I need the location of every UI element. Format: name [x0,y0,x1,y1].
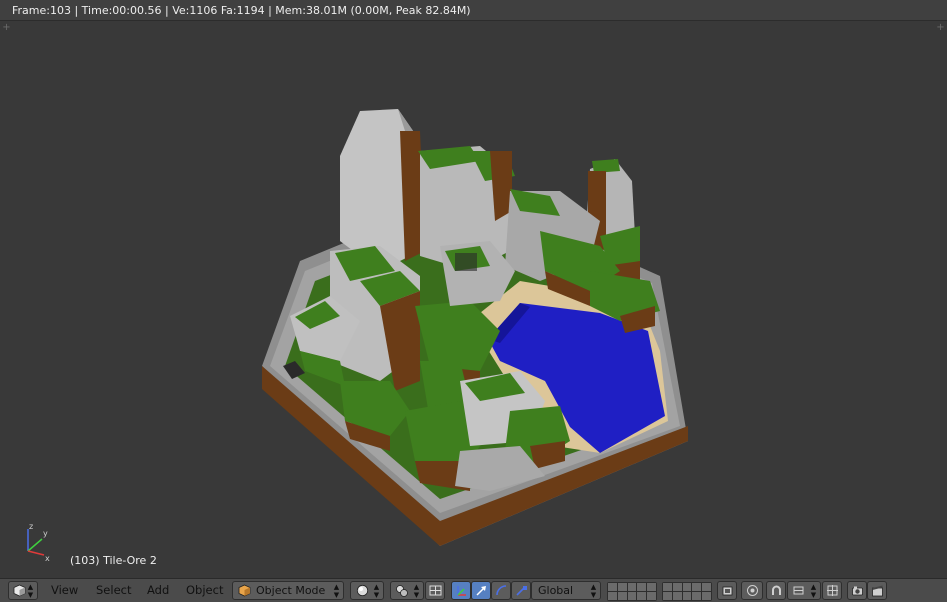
scale-icon [516,586,527,596]
chevron-updown-icon: ▲ ▼ [590,583,597,599]
menu-add[interactable]: Add [147,579,169,602]
snap-element-selector[interactable]: ▲ ▼ [787,581,821,600]
snap-toggle[interactable] [766,581,786,600]
snap-element-icon [793,586,804,595]
snap-during-transform-toggle[interactable] [425,581,445,600]
transform-orientation-selector[interactable]: Global ▲ ▼ [531,581,601,600]
info-bar: Frame:103 | Time:00:00.56 | Ve:1106 Fa:1… [0,0,947,21]
orientation-label: Global [538,584,574,597]
pivot-point-icon [396,585,408,597]
axis-label-z: z [29,522,33,531]
proportional-edit-icon [747,585,758,596]
chevron-updown-icon: ▲ ▼ [810,583,817,599]
3d-view-cube-icon [13,584,26,597]
opengl-render-button[interactable] [847,581,867,600]
render-animation-button[interactable] [867,581,887,600]
chevron-updown-icon: ▲ ▼ [413,583,420,599]
snap-target-icon [827,585,838,596]
transform-grid-icon [429,585,442,596]
proportional-edit-button[interactable] [741,581,763,600]
snap-target-button[interactable] [822,581,842,600]
translate-manipulator-button[interactable] [471,581,491,600]
menu-object[interactable]: Object [186,579,223,602]
menu-view[interactable]: View [51,579,78,602]
mode-label: Object Mode [256,584,326,597]
snap-magnet-icon [772,585,781,595]
scale-manipulator-button[interactable] [511,581,531,600]
translate-arrow-icon [476,586,486,596]
scene-layers-group-1[interactable] [607,582,657,601]
voxel-island-model[interactable] [0,21,947,578]
chevron-updown-icon: ▲ ▼ [333,583,340,599]
chevron-updown-icon: ▲ ▼ [27,583,34,599]
solid-sphere-icon [356,584,369,597]
menu-select[interactable]: Select [96,579,131,602]
axis-label-x: x [45,554,50,561]
interaction-mode-selector[interactable]: Object Mode ▲ ▼ [232,581,344,600]
render-layers-button[interactable] [717,581,737,600]
3d-view-header: ▲ ▼ View Select Add Object Object Mode ▲ ▼… [0,578,947,602]
rotate-arc-icon [496,585,507,596]
manipulator-toggle-icon [457,586,466,596]
active-object-label: (103) Tile-Ore 2 [70,554,157,567]
axis-gizmo: z y x [27,522,50,561]
pivot-point-selector[interactable]: ▲ ▼ [390,581,424,600]
render-animation-icon [872,585,883,597]
scene-layers-group-2[interactable] [662,582,712,601]
viewport-shading-selector[interactable]: ▲ ▼ [350,581,384,600]
editor-type-selector[interactable]: ▲ ▼ [8,581,38,600]
rotate-manipulator-button[interactable] [491,581,511,600]
chevron-updown-icon: ▲ ▼ [373,583,380,599]
manipulator-toggle[interactable] [451,581,471,600]
3d-viewport[interactable]: + + z y x (103) Tile-Ore 2 [0,21,947,578]
render-layers-icon [722,586,733,596]
object-cube-icon [238,584,251,597]
opengl-render-icon [852,586,863,596]
axis-label-y: y [43,529,48,538]
